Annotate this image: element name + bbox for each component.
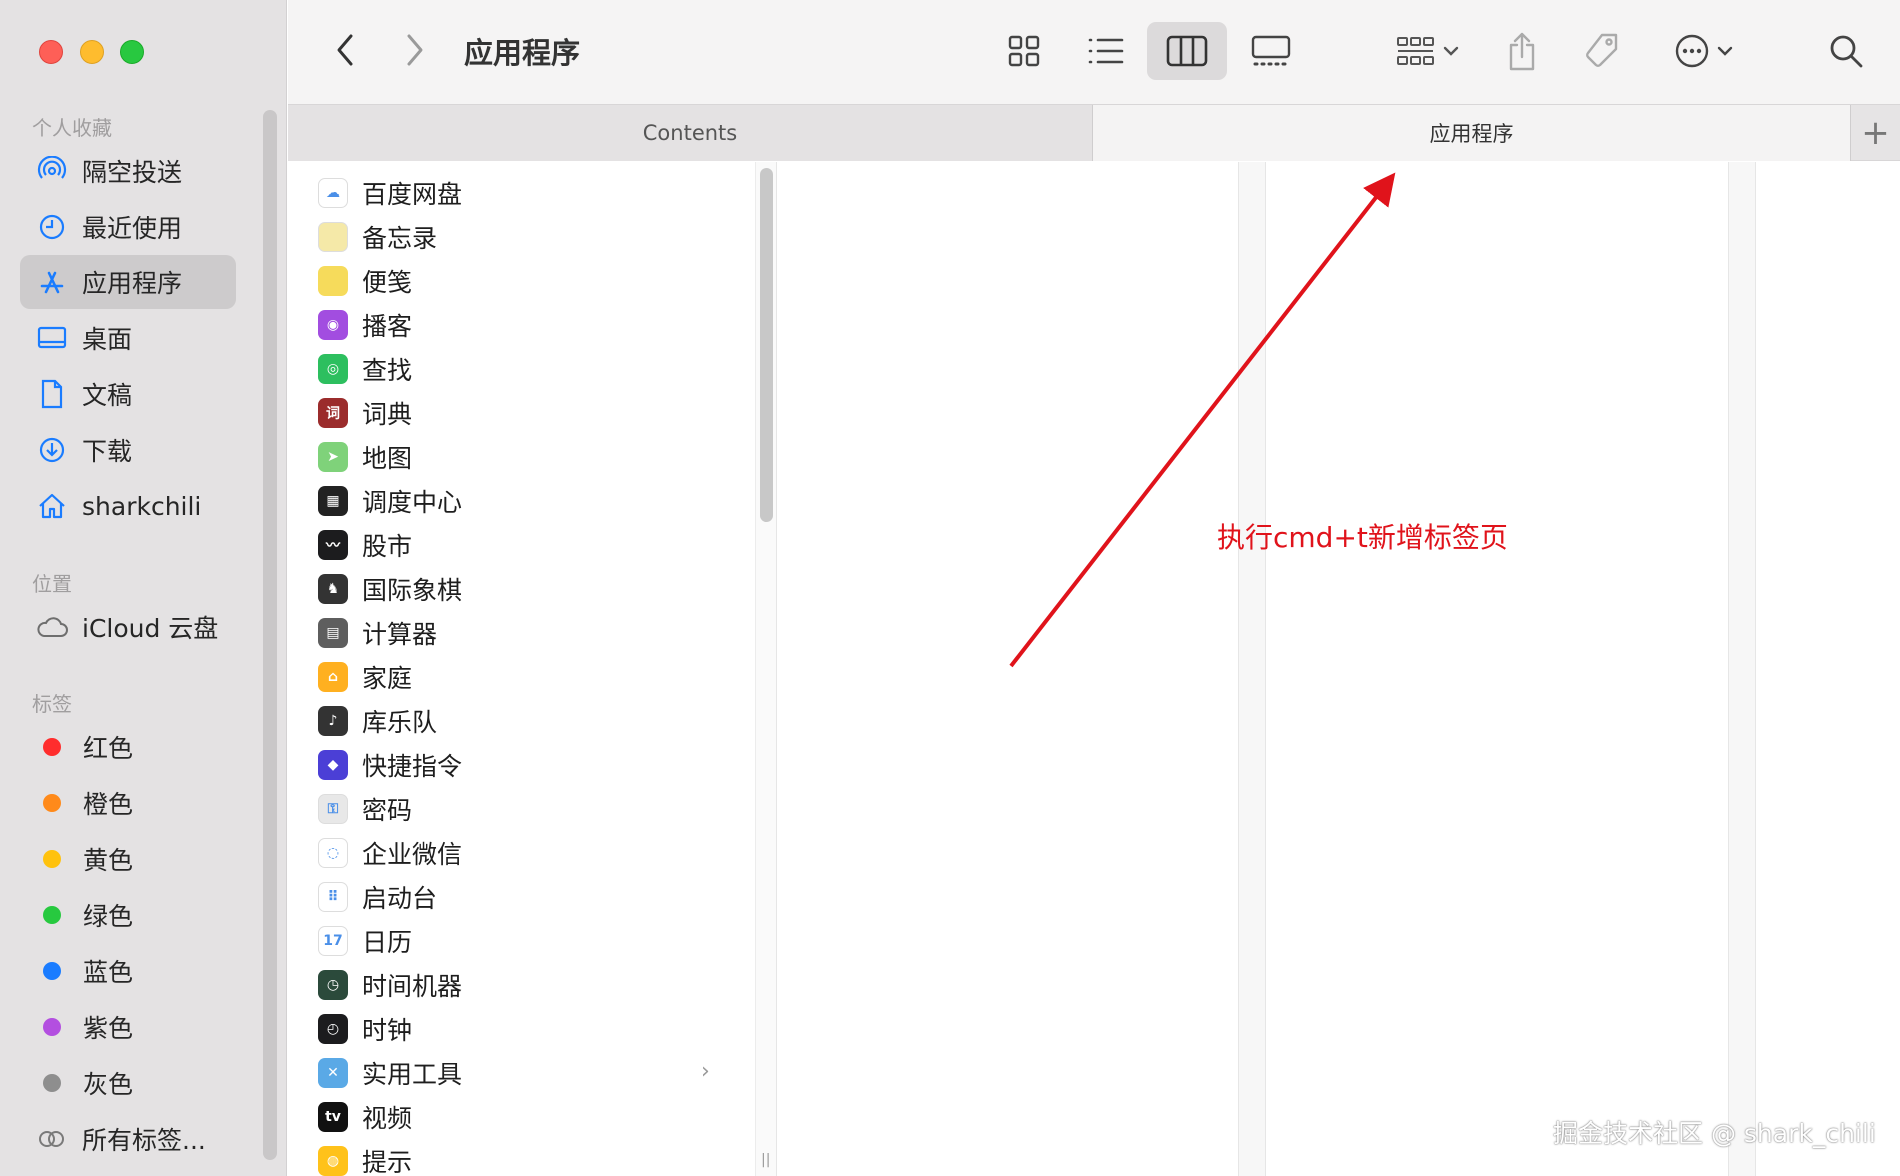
watermark: 掘金技术社区 @ shark_chili [1553,1119,1876,1148]
annotation-text: 执行cmd+t新增标签页 [1217,521,1508,554]
finder-window: 个人收藏 隔空投送 最近使用 应用程序 桌面 文稿 下载 sharkchili … [0,0,1900,1176]
annotation-arrow [1009,172,1396,668]
